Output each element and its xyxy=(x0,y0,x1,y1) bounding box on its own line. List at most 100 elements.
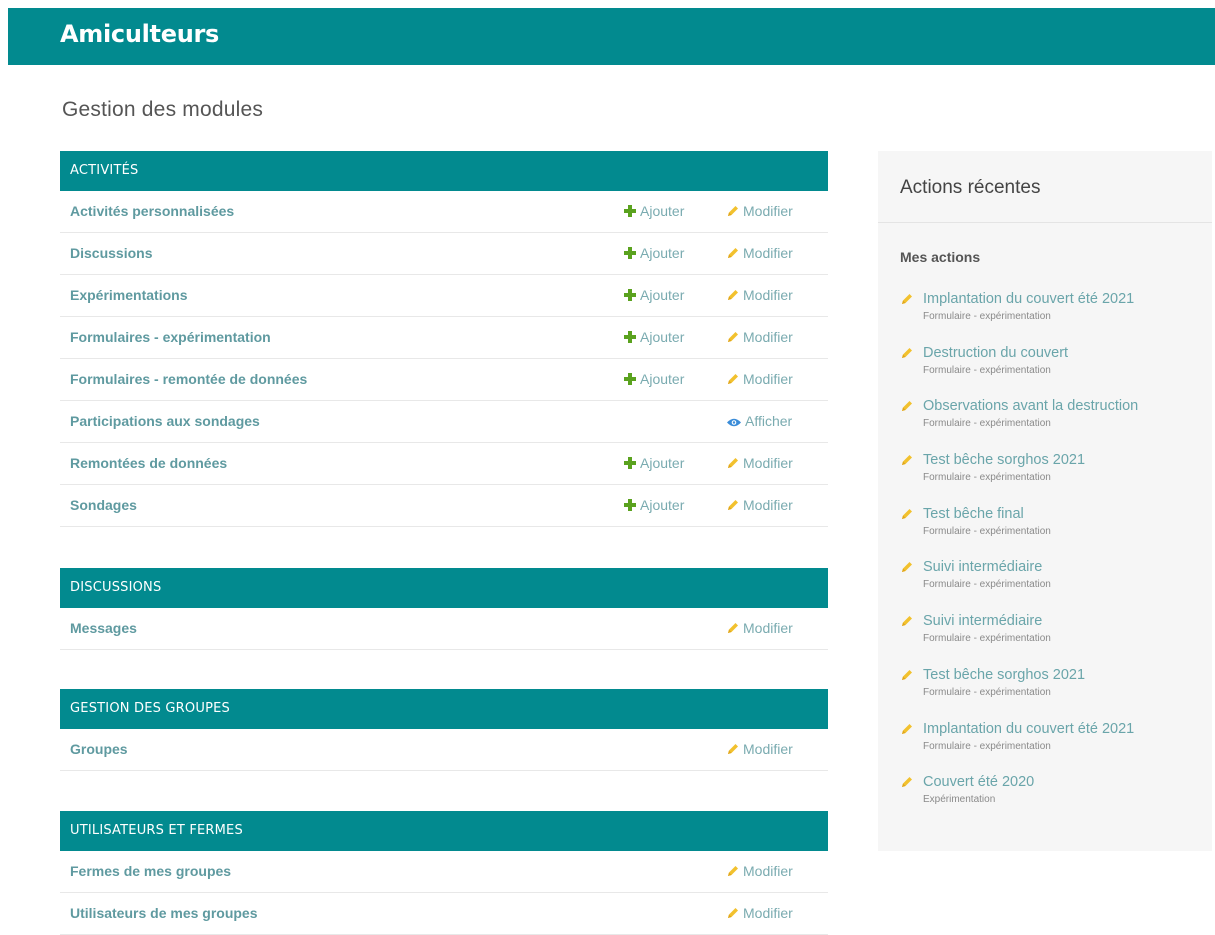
recent-action-type: Formulaire - expérimentation xyxy=(923,364,1051,376)
recent-action-item: Suivi intermédiaire Formulaire - expérime… xyxy=(900,559,1210,613)
model-link[interactable]: Fermes de mes groupes xyxy=(70,863,231,879)
model-row-groupes: Groupes Modifier xyxy=(60,729,828,771)
add-link[interactable]: Ajouter xyxy=(624,287,684,303)
model-link[interactable]: Sondages xyxy=(70,497,137,513)
change-link[interactable]: Modifier xyxy=(726,497,793,515)
model-link[interactable]: Activités personnalisées xyxy=(70,203,234,219)
model-row-formulaires-remontee-de-donnees: Formulaires - remontée de données Ajouter… xyxy=(60,359,828,401)
add-link[interactable]: Ajouter xyxy=(624,455,684,471)
plus-icon xyxy=(624,247,636,259)
recent-action-item: Test bêche sorghos 2021 Formulaire - expé… xyxy=(900,667,1210,721)
site-header: Amiculteurs xyxy=(8,8,1215,65)
module-activites: ACTIVITÉS Activités personnalisées Ajouter… xyxy=(60,151,828,527)
model-row-formulaires-experimentation: Formulaires - expérimentation Ajouter Modi… xyxy=(60,317,828,359)
site-brand[interactable]: Amiculteurs xyxy=(60,20,219,48)
change-label: Modifier xyxy=(743,741,793,757)
recent-action-type: Expérimentation xyxy=(923,794,996,806)
change-label: Modifier xyxy=(743,329,793,345)
model-link[interactable]: Participations aux sondages xyxy=(70,413,260,429)
add-label: Ajouter xyxy=(640,203,685,219)
recent-actions-panel: Actions récentes Mes actions Implantatio… xyxy=(878,151,1212,851)
pencil-icon xyxy=(900,668,914,687)
model-row-fermes-de-mes-groupes: Fermes de mes groupes Modifier xyxy=(60,851,828,893)
model-link[interactable]: Formulaires - remontée de données xyxy=(70,371,307,387)
change-label: Modifier xyxy=(743,905,793,921)
recent-action-item: Test bêche final Formulaire - expérimenta… xyxy=(900,506,1210,560)
model-link[interactable]: Discussions xyxy=(70,245,152,261)
module-header[interactable]: DISCUSSIONS xyxy=(60,568,828,608)
model-link[interactable]: Formulaires - expérimentation xyxy=(70,329,271,345)
recent-action-type: Formulaire - expérimentation xyxy=(923,525,1051,537)
recent-action-link[interactable]: Suivi intermédiaire xyxy=(923,613,1042,629)
pencil-icon xyxy=(726,864,740,881)
pencil-icon xyxy=(726,906,740,923)
model-link[interactable]: Utilisateurs de mes groupes xyxy=(70,905,258,921)
pencil-icon xyxy=(726,621,740,638)
change-link[interactable]: Modifier xyxy=(726,287,793,305)
add-link[interactable]: Ajouter xyxy=(624,329,684,345)
recent-action-type: Formulaire - expérimentation xyxy=(923,418,1051,430)
change-link[interactable]: Modifier xyxy=(726,741,793,759)
add-link[interactable]: Ajouter xyxy=(624,245,684,261)
model-link[interactable]: Groupes xyxy=(70,741,128,757)
change-label: Modifier xyxy=(743,455,793,471)
add-link[interactable]: Ajouter xyxy=(624,497,684,513)
change-link[interactable]: Modifier xyxy=(726,620,793,638)
module-header[interactable]: GESTION DES GROUPES xyxy=(60,689,828,729)
model-row-participations-aux-sondages: Participations aux sondages Afficher xyxy=(60,401,828,443)
recent-action-item: Implantation du couvert été 2021 Formulai… xyxy=(900,721,1210,775)
pencil-icon xyxy=(726,456,740,473)
module-gestion-des-groupes: GESTION DES GROUPES Groupes Modifier xyxy=(60,689,828,771)
plus-icon xyxy=(624,499,636,511)
model-row-remontees-de-donnees: Remontées de données Ajouter Modifier xyxy=(60,443,828,485)
change-link[interactable]: Modifier xyxy=(726,905,793,923)
add-label: Ajouter xyxy=(640,329,685,345)
change-label: Modifier xyxy=(743,497,793,513)
page-title: Gestion des modules xyxy=(62,98,264,121)
change-link[interactable]: Modifier xyxy=(726,245,793,263)
recent-action-link[interactable]: Observations avant la destruction xyxy=(923,398,1138,414)
recent-action-link[interactable]: Implantation du couvert été 2021 xyxy=(923,291,1134,307)
change-label: Modifier xyxy=(743,620,793,636)
change-link[interactable]: Modifier xyxy=(726,203,793,221)
model-row-sondages: Sondages Ajouter Modifier xyxy=(60,485,828,527)
pencil-icon xyxy=(726,288,740,305)
add-label: Ajouter xyxy=(640,455,685,471)
recent-action-link[interactable]: Test bêche sorghos 2021 xyxy=(923,667,1085,683)
module-header[interactable]: UTILISATEURS ET FERMES xyxy=(60,811,828,851)
recent-action-link[interactable]: Test bêche sorghos 2021 xyxy=(923,452,1085,468)
plus-icon xyxy=(624,373,636,385)
add-link[interactable]: Ajouter xyxy=(624,203,684,219)
module-header[interactable]: ACTIVITÉS xyxy=(60,151,828,191)
model-link[interactable]: Messages xyxy=(70,620,137,636)
recent-action-item: Observations avant la destruction Formula… xyxy=(900,398,1210,452)
pencil-icon xyxy=(900,292,914,311)
recent-actions-title: Actions récentes xyxy=(900,177,1041,198)
change-label: Modifier xyxy=(743,203,793,219)
change-link[interactable]: Modifier xyxy=(726,371,793,389)
model-link[interactable]: Remontées de données xyxy=(70,455,227,471)
view-link[interactable]: Afficher xyxy=(726,413,792,431)
eye-icon xyxy=(726,415,742,431)
model-link[interactable]: Expérimentations xyxy=(70,287,187,303)
recent-action-item: Destruction du couvert Formulaire - expér… xyxy=(900,345,1210,399)
recent-action-link[interactable]: Implantation du couvert été 2021 xyxy=(923,721,1134,737)
pencil-icon xyxy=(726,372,740,389)
add-label: Ajouter xyxy=(640,287,685,303)
module-utilisateurs-et-fermes: UTILISATEURS ET FERMES Fermes de mes grou… xyxy=(60,811,828,935)
change-link[interactable]: Modifier xyxy=(726,863,793,881)
module-discussions: DISCUSSIONS Messages Modifier xyxy=(60,568,828,650)
change-link[interactable]: Modifier xyxy=(726,329,793,347)
recent-action-link[interactable]: Suivi intermédiaire xyxy=(923,559,1042,575)
recent-action-link[interactable]: Destruction du couvert xyxy=(923,345,1068,361)
change-link[interactable]: Modifier xyxy=(726,455,793,473)
pencil-icon xyxy=(726,246,740,263)
pencil-icon xyxy=(900,346,914,365)
change-label: Modifier xyxy=(743,287,793,303)
recent-action-item: Suivi intermédiaire Formulaire - expérime… xyxy=(900,613,1210,667)
recent-action-item: Couvert été 2020 Expérimentation xyxy=(900,774,1210,828)
recent-action-link[interactable]: Test bêche final xyxy=(923,506,1024,522)
model-row-activites-personnalisees: Activités personnalisées Ajouter Modifier xyxy=(60,191,828,233)
add-link[interactable]: Ajouter xyxy=(624,371,684,387)
recent-action-link[interactable]: Couvert été 2020 xyxy=(923,774,1034,790)
